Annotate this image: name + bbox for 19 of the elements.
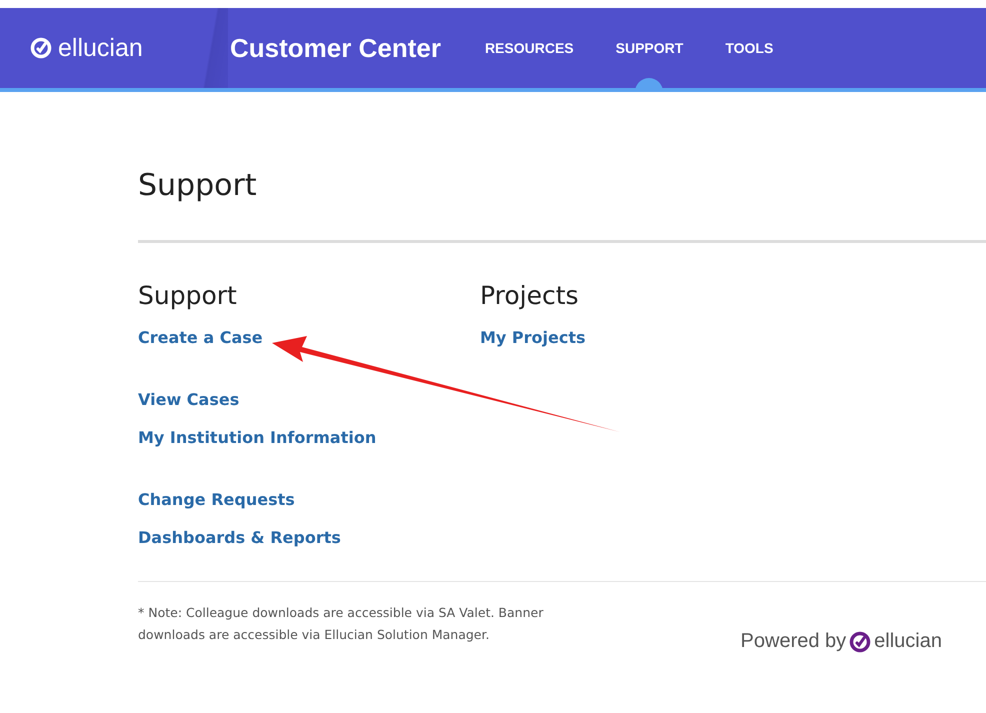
footer-note: * Note: Colleague downloads are accessible via SA Valet. Banner downloads are accessible via Ellucian Solution Manager. (138, 604, 544, 644)
nav-tab[interactable]: SUPPORT (616, 8, 684, 88)
powered-by-text: Powered by (740, 630, 846, 653)
nav-link[interactable]: My Institution Information (138, 427, 376, 449)
section-heading: Projects (480, 281, 580, 311)
nav-tab[interactable]: RESOURCES (484, 8, 574, 88)
logo-icon (849, 630, 872, 652)
brand-logo[interactable]: ellucian (58, 34, 143, 62)
nav-tab[interactable]: TOOLS (725, 8, 774, 88)
brand-logo: ellucian (874, 630, 942, 653)
nav-link[interactable]: View Cases (138, 389, 240, 411)
nav-link[interactable]: Change Requests (138, 489, 295, 511)
nav-link[interactable]: Create a Case (138, 327, 263, 349)
nav-link[interactable]: Dashboards & Reports (138, 527, 341, 549)
section-heading: Support (138, 281, 238, 311)
logo-icon (30, 37, 52, 59)
site-title: Customer Center (230, 32, 441, 64)
page-title: Support (138, 168, 258, 204)
nav-link[interactable]: My Projects (480, 327, 586, 349)
